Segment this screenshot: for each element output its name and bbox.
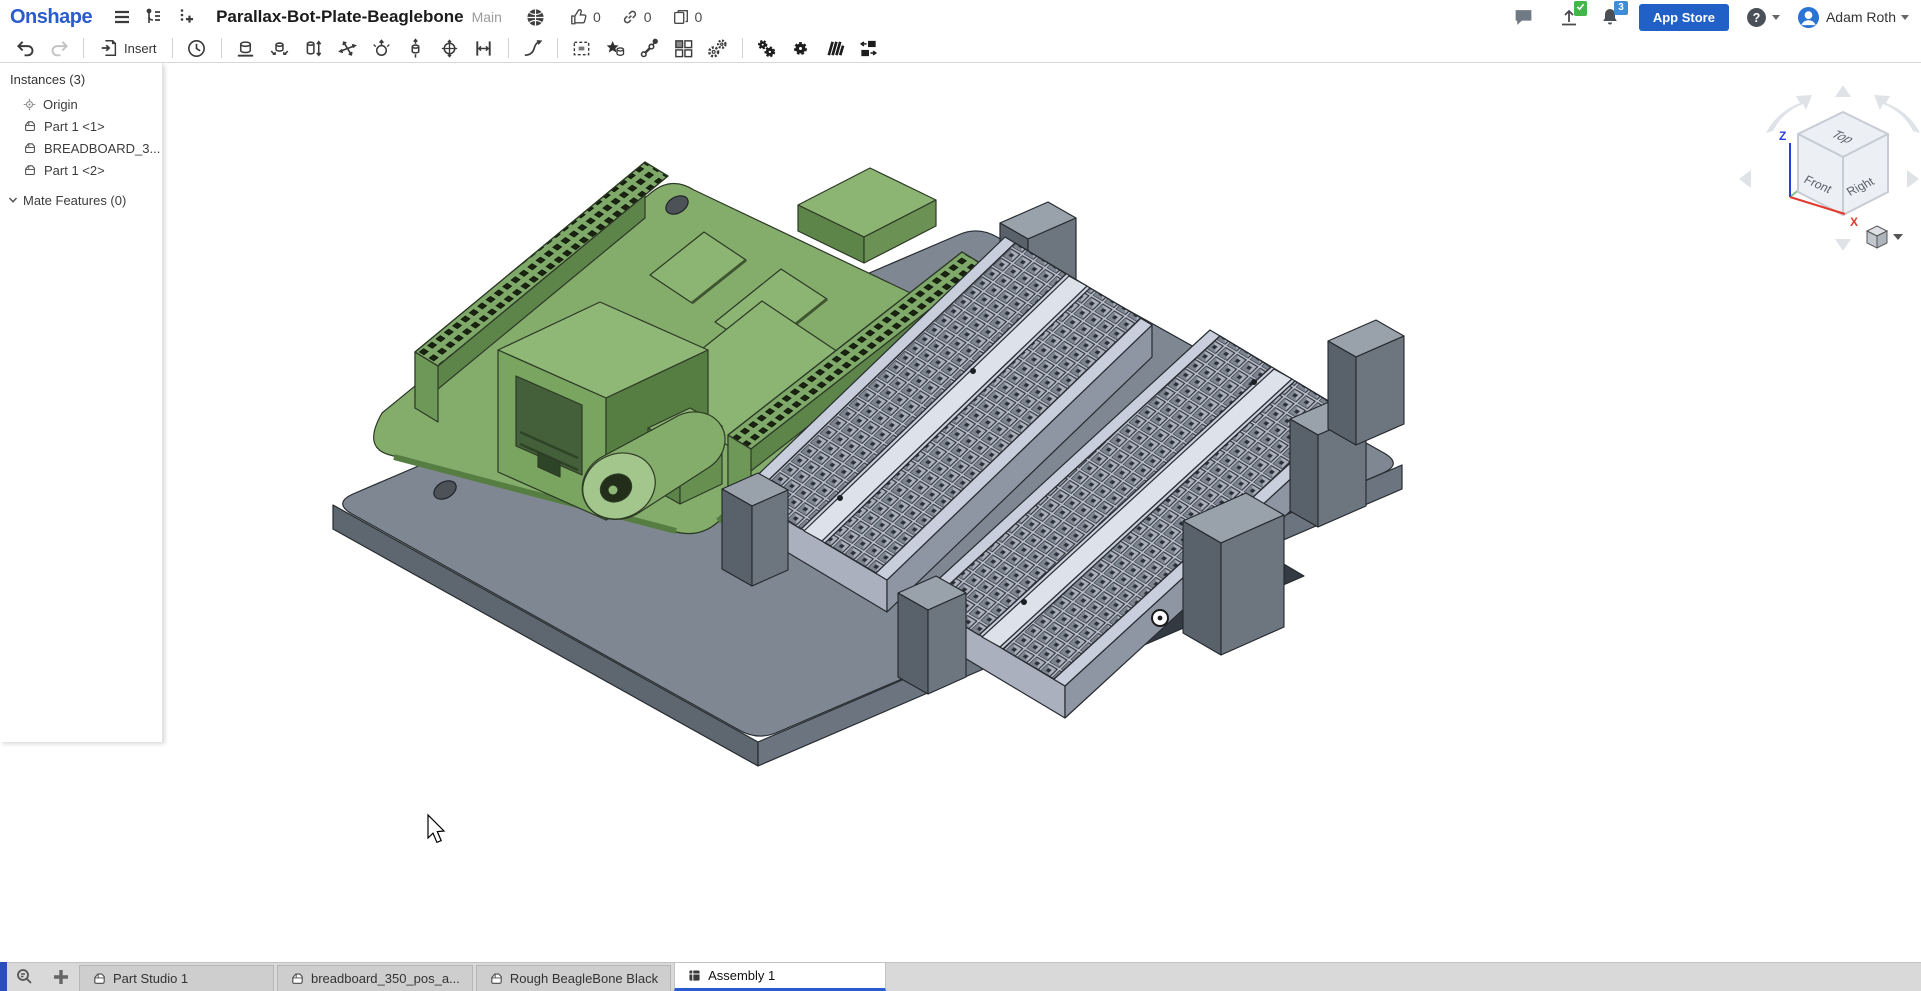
- mouse-cursor: [428, 815, 444, 842]
- help-caret-icon: [1772, 15, 1780, 20]
- copies-stat[interactable]: 0: [672, 8, 703, 26]
- app-store-button[interactable]: App Store: [1639, 4, 1729, 31]
- tab-rough-beaglebone[interactable]: Rough BeagleBone Black: [476, 965, 671, 991]
- tree-item-label: Part 1 <2>: [44, 163, 105, 178]
- user-menu[interactable]: Adam Roth: [1797, 6, 1909, 29]
- axis-z-label: Z: [1779, 129, 1786, 143]
- user-name: Adam Roth: [1826, 9, 1896, 25]
- document-title[interactable]: Parallax-Bot-Plate-Beaglebone: [216, 7, 464, 27]
- box-select-icon[interactable]: [569, 35, 595, 61]
- mate-fastened-icon[interactable]: [233, 35, 259, 61]
- links-stat[interactable]: 0: [621, 8, 652, 26]
- part-icon: [23, 119, 37, 133]
- tab-label: Rough BeagleBone Black: [510, 971, 658, 986]
- notification-count-badge: 3: [1614, 1, 1628, 15]
- onshape-logo[interactable]: Onshape: [10, 6, 92, 29]
- tree-item-label: BREADBOARD_3...: [44, 141, 160, 156]
- tree-item-label: Origin: [43, 97, 78, 112]
- screw-relation-icon[interactable]: [822, 35, 848, 61]
- mate-planar-icon[interactable]: [335, 35, 361, 61]
- comment-icon[interactable]: [1513, 6, 1535, 28]
- tree-item-breadboard[interactable]: BREADBOARD_3...: [0, 137, 162, 159]
- hamburger-menu-icon[interactable]: [111, 6, 133, 28]
- pattern-icon[interactable]: [671, 35, 697, 61]
- tab-label: Part Studio 1: [113, 971, 188, 986]
- insert-button[interactable]: Insert: [95, 35, 161, 61]
- tab-part-studio-1[interactable]: Part Studio 1: [79, 965, 274, 991]
- mate-cylindrical-icon[interactable]: [403, 35, 429, 61]
- share-check-badge: [1574, 1, 1587, 16]
- part-icon: [23, 141, 37, 155]
- notifications-bell[interactable]: 3: [1598, 5, 1622, 29]
- tab-label: Assembly 1: [708, 968, 775, 983]
- mate-parallel-icon[interactable]: [471, 35, 497, 61]
- assembly-toolbar: Insert: [0, 34, 1921, 63]
- public-indicator: [526, 8, 550, 27]
- linkage-icon[interactable]: [637, 35, 663, 61]
- chevron-down-icon: [8, 195, 18, 205]
- insert-label: Insert: [124, 41, 157, 56]
- document-tab-bar: Part Studio 1 breadboard_350_pos_a... Ro…: [0, 962, 1921, 991]
- part-studio-icon: [92, 971, 107, 986]
- link-icon: [621, 8, 639, 26]
- user-caret-icon: [1901, 15, 1909, 20]
- copies-icon: [672, 8, 690, 26]
- svg-text:?: ?: [1753, 11, 1761, 25]
- likes-stat[interactable]: 0: [570, 8, 601, 26]
- origin-icon: [23, 98, 36, 111]
- tab-assembly-1[interactable]: Assembly 1: [674, 962, 886, 991]
- gear-relation-icon[interactable]: [705, 35, 731, 61]
- globe-icon: [526, 8, 545, 27]
- workspace-name[interactable]: Main: [472, 9, 502, 25]
- mate-tangent-icon[interactable]: [520, 35, 546, 61]
- add-tab-icon[interactable]: [46, 963, 76, 991]
- mate-ball-icon[interactable]: [369, 35, 395, 61]
- thumbs-up-icon: [570, 8, 588, 26]
- view-cube[interactable]: Y Top Front Right Z X: [1739, 85, 1920, 251]
- avatar: [1797, 6, 1820, 29]
- help-menu[interactable]: ?: [1746, 7, 1780, 28]
- new-document-icon[interactable]: [175, 6, 197, 28]
- axis-x-label: X: [1850, 215, 1858, 229]
- tab-label: breadboard_350_pos_a...: [311, 971, 460, 986]
- links-count: 0: [644, 9, 652, 25]
- copies-count: 0: [695, 9, 703, 25]
- mate-slider-icon[interactable]: [301, 35, 327, 61]
- instances-panel: Instances (3) Origin Part 1 <1> BREADBOA…: [0, 63, 163, 742]
- part-studio-icon: [290, 971, 305, 986]
- exploded-view-icon[interactable]: [856, 35, 882, 61]
- part-icon: [23, 163, 37, 177]
- mate-features-header[interactable]: Mate Features (0): [0, 189, 162, 211]
- feedback-strip[interactable]: [0, 962, 7, 991]
- assembly-origin-marker: [1152, 610, 1168, 626]
- display-mode-caret-icon: [1893, 234, 1903, 240]
- version-tree-icon[interactable]: [143, 6, 165, 28]
- tab-breadboard[interactable]: breadboard_350_pos_a...: [277, 965, 473, 991]
- tree-item-label: Part 1 <1>: [44, 119, 105, 134]
- assembly-icon: [687, 968, 702, 983]
- undo-button[interactable]: [12, 35, 38, 61]
- share-status-icon[interactable]: [1557, 5, 1581, 29]
- part-studio-icon: [489, 971, 504, 986]
- tree-item-origin[interactable]: Origin: [0, 93, 162, 115]
- manage-tabs-icon[interactable]: [10, 963, 40, 991]
- mate-connector-icon[interactable]: [603, 35, 629, 61]
- display-mode-dropdown[interactable]: [1867, 226, 1903, 248]
- replicate-icon[interactable]: [754, 35, 780, 61]
- likes-count: 0: [593, 9, 601, 25]
- gear-icon[interactable]: [788, 35, 814, 61]
- tree-item-part1-1[interactable]: Part 1 <1>: [0, 115, 162, 137]
- app-header: Onshape Parallax-Bot-Plate-Beaglebone Ma…: [0, 0, 1921, 34]
- instances-header: Instances (3): [0, 63, 162, 93]
- insert-icon: [99, 38, 119, 58]
- tree-item-part1-2[interactable]: Part 1 <2>: [0, 159, 162, 181]
- mate-pin-slot-icon[interactable]: [437, 35, 463, 61]
- clock-icon[interactable]: [184, 35, 210, 61]
- mate-revolute-icon[interactable]: [267, 35, 293, 61]
- redo-button[interactable]: [46, 35, 72, 61]
- assembly-viewport[interactable]: Y Top Front Right Z X: [0, 63, 1921, 962]
